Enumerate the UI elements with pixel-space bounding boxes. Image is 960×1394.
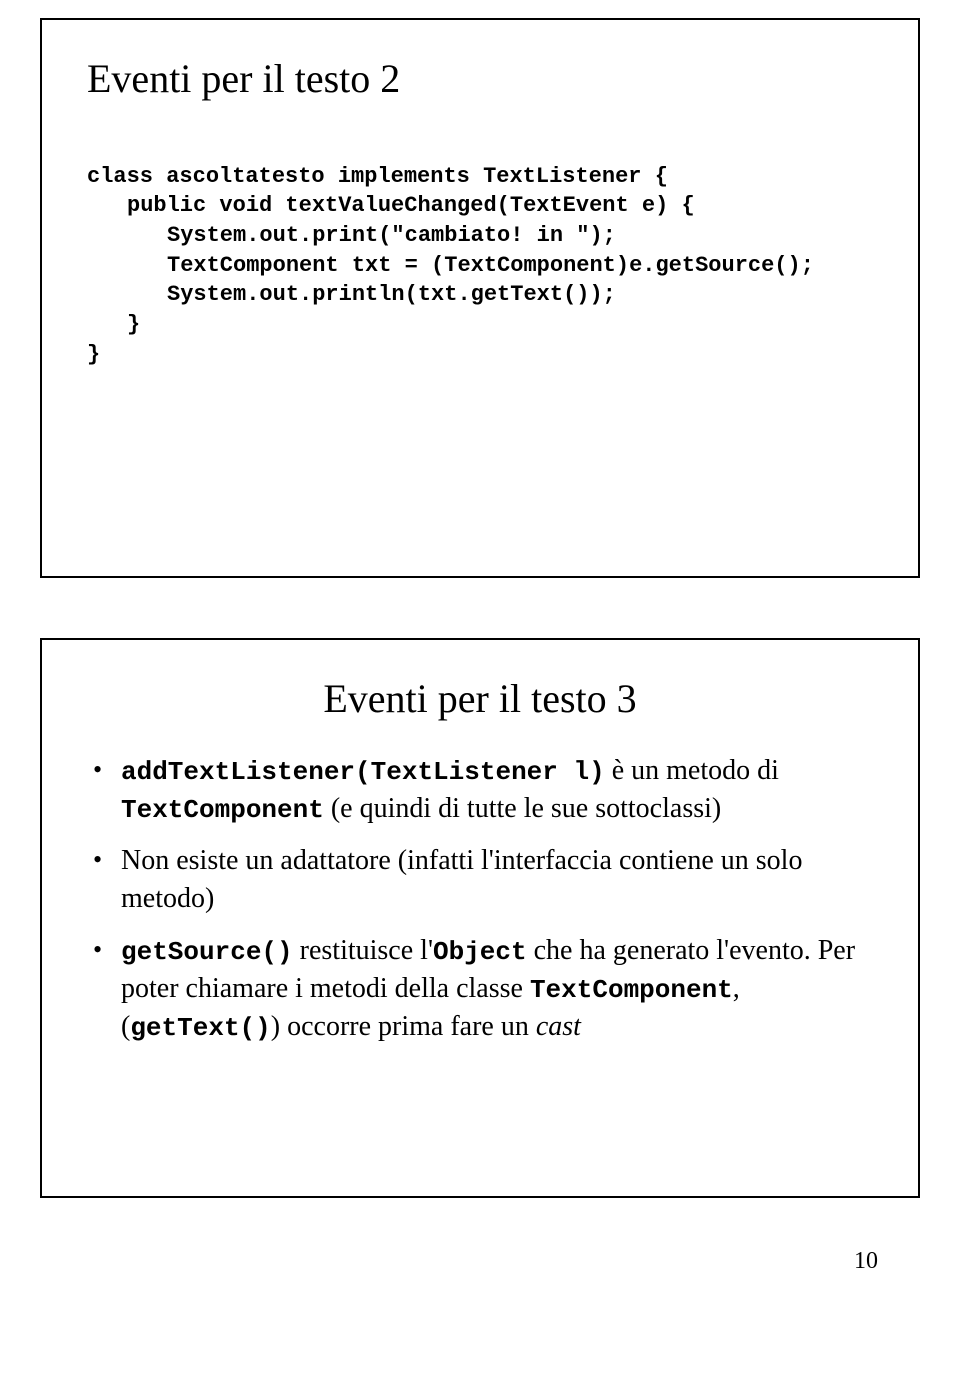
text: Non esiste un adattatore (infatti l'inte…: [121, 845, 802, 914]
code-line: }: [87, 310, 140, 340]
code-inline: getText(): [130, 1013, 270, 1043]
text: è un metodo di: [605, 755, 779, 786]
code-line: TextComponent txt = (TextComponent)e.get…: [87, 251, 814, 281]
text: ) occorre prima fare un: [271, 1011, 536, 1042]
bullet-item: getSource() restituisce l'Object che ha …: [87, 932, 873, 1046]
text: (e quindi di tutte le sue sottoclassi): [324, 793, 721, 824]
bullet-item: Non esiste un adattatore (infatti l'inte…: [87, 842, 873, 918]
text-italic: cast: [536, 1011, 581, 1042]
code-inline: getSource(): [121, 937, 293, 967]
code-line: public void textValueChanged(TextEvent e…: [87, 191, 695, 221]
page: Eventi per il testo 2 class ascoltatesto…: [0, 0, 960, 1305]
slide-1: Eventi per il testo 2 class ascoltatesto…: [40, 18, 920, 578]
code-block: class ascoltatesto implements TextListen…: [87, 132, 873, 399]
code-line: System.out.println(txt.getText());: [87, 280, 616, 310]
code-inline: TextComponent: [530, 975, 733, 1005]
slide-1-title: Eventi per il testo 2: [87, 55, 873, 102]
code-inline: addTextListener(TextListener l): [121, 757, 605, 787]
code-inline: Object: [433, 937, 527, 967]
page-number: 10: [40, 1248, 920, 1275]
text: restituisce l': [293, 935, 433, 966]
code-line: }: [87, 342, 100, 367]
bullet-item: addTextListener(TextListener l) è un met…: [87, 752, 873, 828]
code-inline: TextComponent: [121, 795, 324, 825]
code-line: System.out.print("cambiato! in ");: [87, 221, 616, 251]
bullet-list: addTextListener(TextListener l) è un met…: [87, 752, 873, 1046]
slide-2-title: Eventi per il testo 3: [87, 675, 873, 722]
code-line: class ascoltatesto implements TextListen…: [87, 164, 668, 189]
slide-2: Eventi per il testo 3 addTextListener(Te…: [40, 638, 920, 1198]
